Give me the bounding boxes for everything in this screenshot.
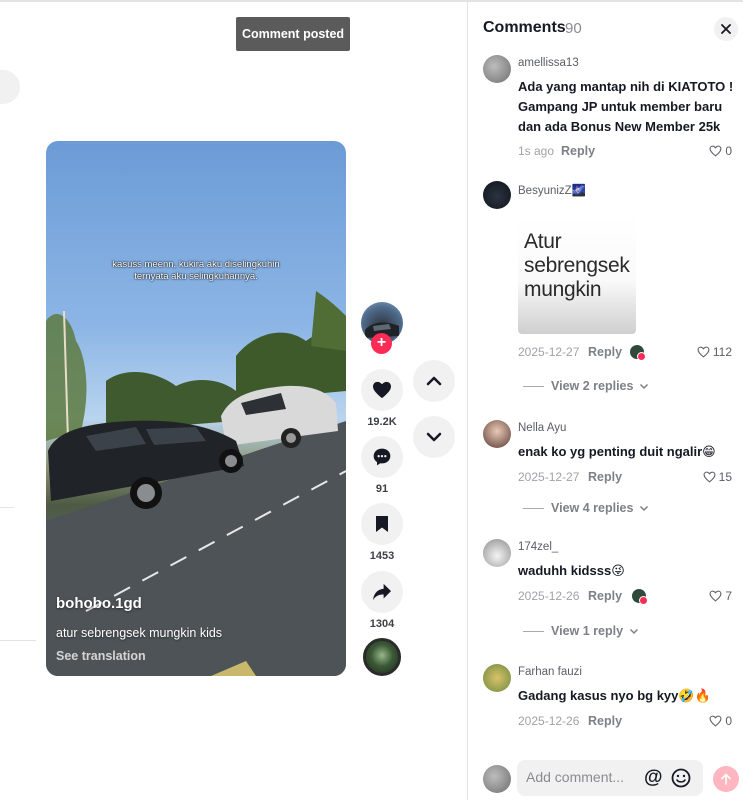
comment-date: 2025-12-26: [518, 589, 580, 603]
comments-count: 90: [565, 20, 582, 37]
divider: [0, 507, 14, 508]
comment-like-button[interactable]: 7: [709, 589, 732, 603]
liked-by-creator-badge: [630, 345, 646, 361]
comment-username[interactable]: BesyunizZ🌌: [518, 183, 586, 197]
chevron-up-icon: [426, 376, 442, 386]
arrow-up-icon: [721, 773, 731, 785]
heart-outline-icon: [697, 346, 710, 358]
comment-input-container[interactable]: @: [517, 760, 703, 796]
follow-button[interactable]: +: [371, 333, 392, 354]
avatar[interactable]: [483, 420, 511, 448]
close-comments-button[interactable]: [714, 17, 738, 41]
reply-button[interactable]: Reply: [588, 589, 622, 603]
comment-date: 1s ago: [518, 144, 555, 158]
reply-button[interactable]: Reply: [561, 144, 595, 158]
next-video-button[interactable]: [413, 416, 455, 458]
comment-text: enak ko yg penting duit ngalir😁: [518, 444, 716, 459]
liked-by-creator-badge: [632, 589, 648, 605]
reply-button[interactable]: Reply: [588, 714, 622, 728]
like-count: 19.2K: [367, 416, 397, 428]
comment-count: 91: [375, 483, 389, 495]
mention-button[interactable]: @: [644, 767, 663, 789]
video-author[interactable]: bohobo.1gd: [56, 595, 142, 612]
divider: [0, 640, 36, 641]
comment-username[interactable]: 174zel_: [518, 541, 558, 553]
chevron-down-icon: [630, 628, 639, 634]
current-user-avatar: [483, 765, 511, 793]
comment-date: 2025-12-27: [518, 470, 580, 484]
toast-notification: Comment posted: [236, 17, 350, 51]
share-button[interactable]: [361, 571, 403, 613]
comment-sticker-image: Atur sebrengsek mungkin: [518, 214, 636, 334]
comment-bubble-icon: [373, 448, 391, 466]
comment-like-button[interactable]: 0: [709, 714, 732, 728]
view-replies-button[interactable]: View 2 replies: [523, 379, 649, 393]
music-disc[interactable]: [363, 638, 401, 676]
comment-text: Gadang kasus nyo bg kyy🤣🔥: [518, 688, 711, 703]
comment-input[interactable]: [526, 769, 646, 785]
divider: [523, 507, 544, 509]
comment-username[interactable]: Nella Ayu: [518, 422, 566, 434]
comments-panel: Comments 90 amellissa13 Ada yang mantap …: [467, 0, 743, 800]
comment-text: Ada yang mantap nih di KIATOTO ! Gampang…: [518, 79, 734, 134]
video-area: Comment posted kasuss meenn, kukira aku …: [0, 0, 467, 800]
heart-outline-icon: [703, 471, 716, 483]
divider: [523, 630, 544, 632]
avatar[interactable]: [483, 664, 511, 692]
save-button[interactable]: [361, 503, 403, 545]
video-player[interactable]: kasuss meenn, kukira aku diselingkuhin t…: [46, 141, 346, 676]
chevron-down-icon: [640, 383, 649, 389]
video-description: atur sebrengsek mungkin kids: [56, 626, 223, 640]
chevron-down-icon: [640, 505, 649, 511]
comment-like-count: 7: [725, 589, 732, 603]
comment-button[interactable]: [361, 436, 403, 478]
comment-like-button[interactable]: 15: [703, 470, 732, 484]
comment-like-button[interactable]: 112: [697, 345, 732, 359]
chevron-down-icon: [426, 432, 442, 442]
comment-like-button[interactable]: 0: [709, 144, 732, 158]
heart-outline-icon: [709, 715, 722, 727]
comment-text: waduhh kidsss😜: [518, 563, 625, 578]
comment-like-count: 0: [725, 144, 732, 158]
bookmark-icon: [376, 516, 388, 532]
comment-date: 2025-12-26: [518, 714, 580, 728]
avatar[interactable]: [483, 55, 511, 83]
save-count: 1453: [369, 550, 395, 562]
view-replies-button[interactable]: View 4 replies: [523, 501, 649, 515]
comment-date: 2025-12-27: [518, 345, 580, 359]
share-arrow-icon: [373, 583, 391, 601]
send-comment-button[interactable]: [713, 766, 739, 792]
comment-like-count: 112: [712, 345, 732, 359]
avatar[interactable]: [483, 539, 511, 567]
side-nav-button-partial[interactable]: [0, 70, 20, 104]
reply-button[interactable]: Reply: [588, 470, 622, 484]
comment-like-count: 0: [725, 714, 732, 728]
reply-button[interactable]: Reply: [588, 345, 622, 359]
comments-title: Comments: [483, 19, 566, 36]
comment-username[interactable]: Farhan fauzi: [518, 666, 582, 678]
heart-outline-icon: [709, 590, 722, 602]
view-replies-button[interactable]: View 1 reply: [523, 624, 639, 638]
heart-outline-icon: [709, 145, 722, 157]
comment-username[interactable]: amellissa13: [518, 57, 579, 69]
video-overlay-caption: kasuss meenn, kukira aku diselingkuhin t…: [112, 259, 280, 282]
emoji-icon[interactable]: [671, 768, 691, 788]
divider: [523, 385, 544, 387]
comment-like-count: 15: [718, 470, 732, 484]
see-translation-link[interactable]: See translation: [56, 649, 146, 663]
avatar[interactable]: [483, 181, 511, 209]
close-icon: [721, 24, 731, 34]
heart-icon: [373, 381, 391, 399]
previous-video-button[interactable]: [413, 360, 455, 402]
like-button[interactable]: [361, 369, 403, 411]
share-count: 1304: [369, 618, 395, 630]
